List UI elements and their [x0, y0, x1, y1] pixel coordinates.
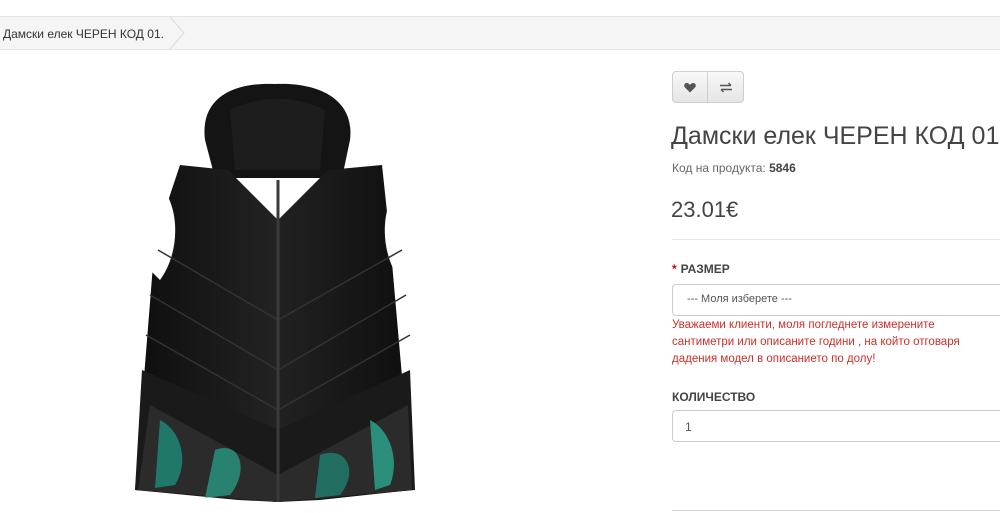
product-code: Код на продукта: 5846: [672, 161, 796, 175]
required-mark: *: [672, 262, 677, 276]
compare-button[interactable]: [708, 71, 744, 103]
heart-icon: [684, 82, 696, 92]
quantity-input[interactable]: 1: [672, 410, 1000, 442]
size-label: * РАЗМЕР: [672, 262, 730, 276]
product-title: Дамски елек ЧЕРЕН КОД 01.: [671, 122, 1000, 150]
divider: [672, 239, 1000, 240]
size-select[interactable]: --- Моля изберете ---: [672, 284, 1000, 316]
divider-bottom: [672, 510, 1000, 511]
product-price: 23.01€: [671, 197, 739, 222]
breadcrumb-current[interactable]: Дамски елек ЧЕРЕН КОД 01.: [3, 27, 164, 41]
compare-arrows-icon: [719, 82, 732, 92]
product-code-label: Код на продукта:: [672, 161, 766, 175]
size-select-value: --- Моля изберете ---: [687, 293, 792, 305]
quantity-label: КОЛИЧЕСТВО: [672, 390, 756, 404]
product-image[interactable]: [120, 70, 460, 510]
breadcrumb-separator-icon: [169, 17, 185, 49]
product-action-buttons: [672, 71, 744, 103]
quantity-value: 1: [685, 420, 692, 434]
add-to-wishlist-button[interactable]: [672, 71, 708, 103]
breadcrumb: Дамски елек ЧЕРЕН КОД 01.: [0, 16, 1000, 50]
product-code-value: 5846: [769, 161, 796, 175]
size-notice: Уважаеми клиенти, моля погледнете измере…: [672, 319, 960, 365]
